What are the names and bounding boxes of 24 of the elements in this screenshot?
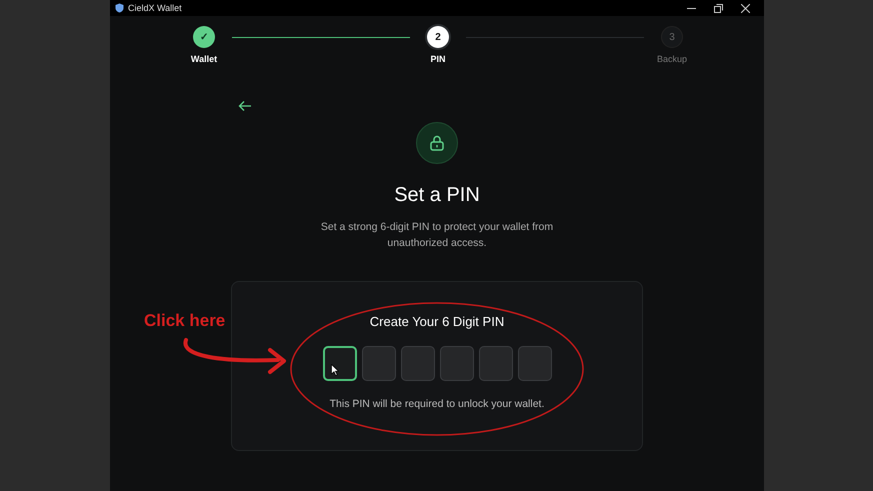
pin-digit-field[interactable] — [440, 346, 474, 381]
mouse-cursor-icon — [331, 364, 339, 376]
step-indicator: 3 — [661, 26, 683, 48]
shield-icon — [115, 3, 124, 13]
step-indicator: ✓ — [193, 26, 215, 48]
pin-digit-field[interactable] — [518, 346, 552, 381]
annotation-text: Click here — [144, 311, 226, 331]
close-icon[interactable] — [741, 4, 750, 12]
hint-text: This PIN will be required to unlock your wallet. — [330, 398, 544, 410]
step-label: Wallet — [190, 54, 218, 64]
back-arrow-icon[interactable] — [238, 100, 252, 112]
restore-icon[interactable] — [714, 4, 723, 12]
step-label: PIN — [430, 54, 446, 64]
step-indicator: 2 — [427, 26, 449, 48]
pin-digit-field[interactable] — [322, 346, 356, 381]
pin-digit-field[interactable] — [400, 346, 434, 381]
page-heading: Set a PIN — [394, 184, 480, 207]
pin-digit-field[interactable] — [478, 346, 512, 381]
window-title: CieldX Wallet — [128, 3, 182, 13]
card-title: Create Your 6 Digit PIN — [370, 314, 504, 329]
step-label: Backup — [656, 54, 688, 64]
pin-digit-field[interactable] — [362, 346, 396, 381]
lock-icon — [416, 122, 458, 164]
description-text: Set a strong 6-digit PIN to protect your wallet from unauthorized access. — [320, 220, 554, 251]
